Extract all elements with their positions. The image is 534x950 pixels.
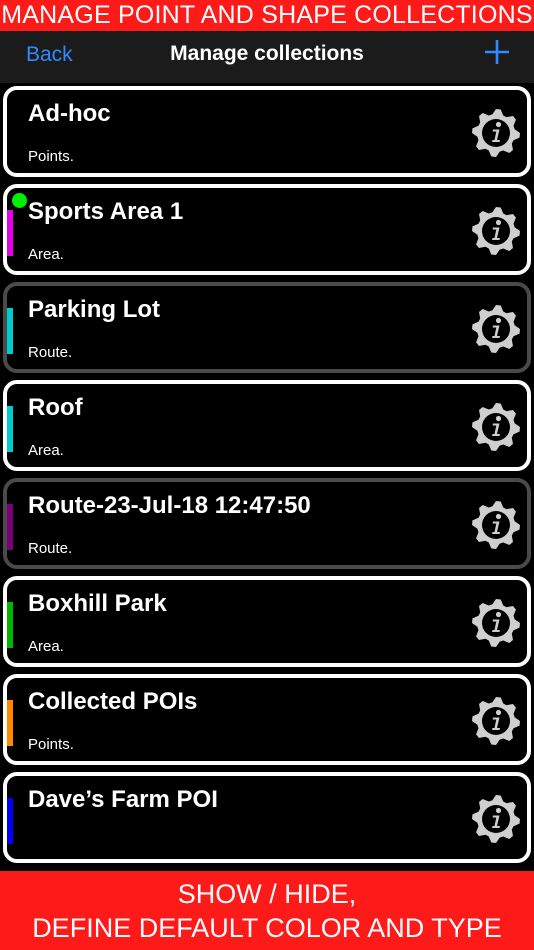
collection-title: Ad-hoc [28,100,111,127]
add-collection-button[interactable] [484,39,510,65]
gear-info-icon [472,207,520,255]
collection-settings-button[interactable] [470,793,522,845]
collection-type: Route. [28,344,73,361]
collection-list: Ad-hoc Points. Sports Area 1 Area. Parking L… [0,86,534,870]
collection-color-stripe [7,602,13,648]
screen: MANAGE POINT AND SHAPE COLLECTIONS Back … [0,0,534,950]
gear-info-icon [472,795,520,843]
gear-info-icon [472,305,520,353]
collection-color-stripe [7,798,13,844]
collection-title: Parking Lot [28,296,161,323]
gear-info-icon [472,403,520,451]
collection-color-stripe [7,308,13,354]
page-title: Manage collections [170,42,364,65]
collection-settings-button[interactable] [470,205,522,257]
collection-card[interactable]: Boxhill Park Area. [3,576,531,667]
collection-settings-button[interactable] [470,695,522,747]
collection-color-stripe [7,210,13,256]
collection-title: Route-23-Jul-18 12:47:50 [28,492,311,519]
collection-settings-button[interactable] [470,499,522,551]
collection-card[interactable]: Roof Area. [3,380,531,471]
collection-card[interactable]: Parking Lot Route. [3,282,531,373]
collection-title: Roof [28,394,83,421]
collection-card[interactable]: Ad-hoc Points. [3,86,531,177]
collection-settings-button[interactable] [470,401,522,453]
gear-info-icon [472,501,520,549]
collection-card[interactable]: Sports Area 1 Area. [3,184,531,275]
collection-type: Points. [28,736,74,753]
top-caption-banner: MANAGE POINT AND SHAPE COLLECTIONS [0,0,534,31]
collection-color-stripe [7,504,13,550]
collection-card[interactable]: Dave’s Farm POI [3,772,531,863]
collection-title: Collected POIs [28,688,198,715]
collection-settings-button[interactable] [470,597,522,649]
collection-title: Sports Area 1 [28,198,184,225]
gear-info-icon [472,697,520,745]
collection-type: Points. [28,148,74,165]
collection-card[interactable]: Collected POIs Points. [3,674,531,765]
collection-title: Dave’s Farm POI [28,786,218,813]
collection-type: Area. [28,442,64,459]
navigation-bar: Back Manage collections [0,31,534,83]
visible-indicator-dot [12,193,27,208]
collection-type: Area. [28,246,64,263]
bottom-caption-line-2: DEFINE DEFAULT COLOR AND TYPE [32,912,502,943]
gear-info-icon [472,109,520,157]
collection-type: Route. [28,540,73,557]
bottom-caption-line-1: SHOW / HIDE, [177,878,357,909]
collection-settings-button[interactable] [470,303,522,355]
collection-type: Area. [28,638,64,655]
collection-title: Boxhill Park [28,590,167,617]
plus-icon [485,40,509,64]
bottom-caption-banner: SHOW / HIDE, DEFINE DEFAULT COLOR AND TY… [0,871,534,950]
gear-info-icon [472,599,520,647]
collection-color-stripe [7,406,13,452]
collection-card[interactable]: Route-23-Jul-18 12:47:50 Route. [3,478,531,569]
collection-settings-button[interactable] [470,107,522,159]
collection-color-stripe [7,700,13,746]
